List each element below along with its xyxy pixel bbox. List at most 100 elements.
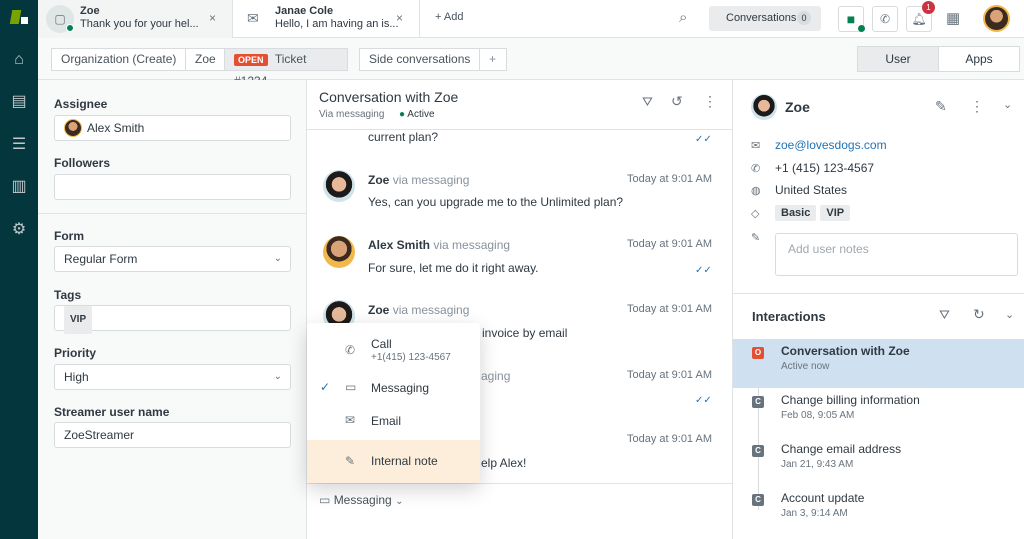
conversation-channel: Via messaging bbox=[319, 109, 385, 120]
bell-icon: 🔔︎ bbox=[911, 12, 927, 26]
assignee-label: Assignee bbox=[54, 97, 108, 111]
search-icon[interactable]: ⌕ bbox=[679, 9, 687, 26]
tab-janae-cole[interactable]: ✉ Janae Cole Hello, I am having an is...… bbox=[233, 0, 420, 38]
home-icon[interactable]: ⌂ bbox=[4, 48, 34, 72]
followers-field[interactable] bbox=[54, 174, 291, 200]
tab-title: Zoe bbox=[80, 5, 100, 17]
chevron-down-icon[interactable]: ⌄ bbox=[1005, 308, 1014, 321]
assignee-avatar bbox=[64, 119, 82, 137]
user-panel: Zoe ✎ ⋮ ⌄ ✉ zoe@lovesdogs.com ✆ +1 (415)… bbox=[732, 80, 1024, 539]
interaction-title: Account update bbox=[781, 491, 865, 505]
interaction-badge: C bbox=[752, 396, 764, 408]
interaction-date: Jan 21, 9:43 AM bbox=[781, 459, 854, 470]
channel-selector[interactable]: ▭ Messaging ⌄ bbox=[319, 493, 403, 507]
zendesk-logo-icon[interactable] bbox=[4, 8, 34, 32]
close-icon[interactable]: × bbox=[396, 11, 403, 25]
more-icon[interactable]: ⋮ bbox=[703, 93, 717, 110]
tags-label: Tags bbox=[54, 288, 82, 302]
interaction-item[interactable]: C Change billing information Feb 08, 9:0… bbox=[733, 388, 1024, 437]
history-icon[interactable]: ↺ bbox=[671, 93, 683, 110]
read-receipt-icon: ✓✓ bbox=[695, 134, 712, 145]
streamer-value: ZoeStreamer bbox=[64, 428, 135, 442]
tab-zoe[interactable]: ▢ Zoe Thank you for your hel... × bbox=[38, 0, 233, 38]
status-badge: OPEN bbox=[234, 54, 268, 66]
message-author: Alex Smith via messaging bbox=[368, 238, 511, 252]
zoe-avatar bbox=[323, 170, 355, 202]
message-author: Zoe via messaging bbox=[368, 173, 470, 187]
interaction-item[interactable]: O Conversation with Zoe Active now bbox=[733, 339, 1024, 388]
tags-field[interactable]: VIP bbox=[54, 305, 291, 334]
settings-icon[interactable]: ⚙ bbox=[4, 218, 34, 242]
interaction-title: Change billing information bbox=[781, 393, 920, 407]
views-icon[interactable]: ▤ bbox=[4, 90, 34, 114]
user-avatar[interactable] bbox=[983, 5, 1010, 32]
breadcrumb-user[interactable]: Zoe bbox=[185, 48, 226, 71]
user-email[interactable]: zoe@lovesdogs.com bbox=[775, 138, 887, 152]
chat-icon: ▭ bbox=[319, 493, 331, 507]
tab-preview: Thank you for your hel... bbox=[80, 18, 199, 30]
assignee-field[interactable]: Alex Smith bbox=[54, 115, 291, 141]
conversations-label: Conversations bbox=[726, 12, 797, 24]
conversations-button[interactable]: Conversations 0 bbox=[709, 6, 821, 31]
user-tags: Basic VIP bbox=[775, 205, 854, 221]
breadcrumb-ticket[interactable]: OPEN Ticket #1234 bbox=[224, 48, 348, 88]
message-time: Today at 9:01 AM bbox=[627, 433, 712, 445]
menu-item-label: Messaging bbox=[371, 381, 430, 395]
side-conversations-button[interactable]: Side conversations bbox=[359, 48, 481, 71]
mail-icon: ✉ bbox=[751, 140, 761, 152]
streamer-field[interactable]: ZoeStreamer bbox=[54, 422, 291, 448]
menu-item-internal-note[interactable]: ✎ Internal note bbox=[307, 440, 480, 483]
user-name: Zoe bbox=[785, 99, 810, 115]
chevron-down-icon: ⌄ bbox=[273, 253, 282, 264]
conversation-status: ● Active bbox=[399, 109, 435, 120]
conversation-title: Conversation with Zoe bbox=[319, 89, 459, 105]
interaction-date: Feb 08, 9:05 AM bbox=[781, 410, 855, 421]
conversations-count: 0 bbox=[797, 11, 811, 25]
assignee-value: Alex Smith bbox=[87, 121, 145, 135]
read-receipt-icon: ✓✓ bbox=[695, 395, 712, 406]
customers-icon[interactable]: ☰ bbox=[4, 133, 34, 157]
add-side-conversation-button[interactable]: + bbox=[479, 48, 507, 71]
interaction-title: Change email address bbox=[781, 442, 902, 456]
divider bbox=[307, 483, 732, 484]
streamer-label: Streamer user name bbox=[54, 405, 170, 419]
interaction-item[interactable]: C Account update Jan 3, 9:14 AM bbox=[733, 486, 1024, 535]
message-text: Yes, can you upgrade me to the Unlimited… bbox=[368, 195, 624, 209]
user-notes-input[interactable]: Add user notes bbox=[775, 233, 1018, 276]
menu-item-messaging[interactable]: ✓ ▭ Messaging bbox=[307, 371, 480, 404]
interaction-item[interactable]: C Change email address Jan 21, 9:43 AM bbox=[733, 437, 1024, 486]
filter-icon[interactable]: ⛛ bbox=[642, 94, 653, 110]
call-number: +1(415) 123-4567 bbox=[371, 352, 451, 363]
filter-icon[interactable]: ⛛ bbox=[939, 307, 950, 323]
user-panel-tab[interactable]: User bbox=[857, 46, 939, 72]
online-indicator bbox=[66, 24, 74, 32]
mail-icon: ✉ bbox=[345, 413, 356, 427]
menu-item-call[interactable]: ✆ Call +1(415) 123-4567 bbox=[307, 323, 480, 371]
breadcrumb-organization[interactable]: Organization (Create) bbox=[51, 48, 187, 71]
reporting-icon[interactable]: ▥ bbox=[4, 175, 34, 199]
apps-grid-icon[interactable]: ▦ bbox=[946, 9, 960, 27]
refresh-icon[interactable]: ↻ bbox=[973, 306, 985, 323]
interaction-date: Jan 3, 9:14 AM bbox=[781, 508, 848, 519]
chevron-down-icon[interactable]: ⌄ bbox=[1003, 98, 1012, 111]
close-icon[interactable]: × bbox=[209, 11, 216, 25]
edit-icon[interactable]: ✎ bbox=[935, 98, 947, 115]
interaction-date: Active now bbox=[781, 361, 830, 372]
priority-label: Priority bbox=[54, 346, 97, 360]
tag-icon: ◇ bbox=[751, 208, 760, 220]
priority-select[interactable]: High ⌄ bbox=[54, 364, 291, 390]
alex-avatar bbox=[323, 236, 355, 268]
menu-item-label: Internal note bbox=[371, 454, 438, 468]
more-icon[interactable]: ⋮ bbox=[970, 98, 984, 115]
add-tab-button[interactable]: + Add bbox=[435, 11, 463, 23]
divider bbox=[733, 293, 1024, 294]
interaction-badge: C bbox=[752, 445, 764, 457]
chevron-down-icon: ⌄ bbox=[395, 496, 404, 507]
form-select[interactable]: Regular Form ⌄ bbox=[54, 246, 291, 272]
apps-panel-tab[interactable]: Apps bbox=[938, 46, 1020, 72]
tag-chip[interactable]: VIP bbox=[64, 306, 93, 334]
menu-item-email[interactable]: ✉ Email bbox=[307, 404, 480, 439]
tag-chip: Basic bbox=[775, 205, 817, 221]
form-value: Regular Form bbox=[64, 252, 138, 266]
phone-button[interactable]: ✆ bbox=[872, 6, 898, 32]
